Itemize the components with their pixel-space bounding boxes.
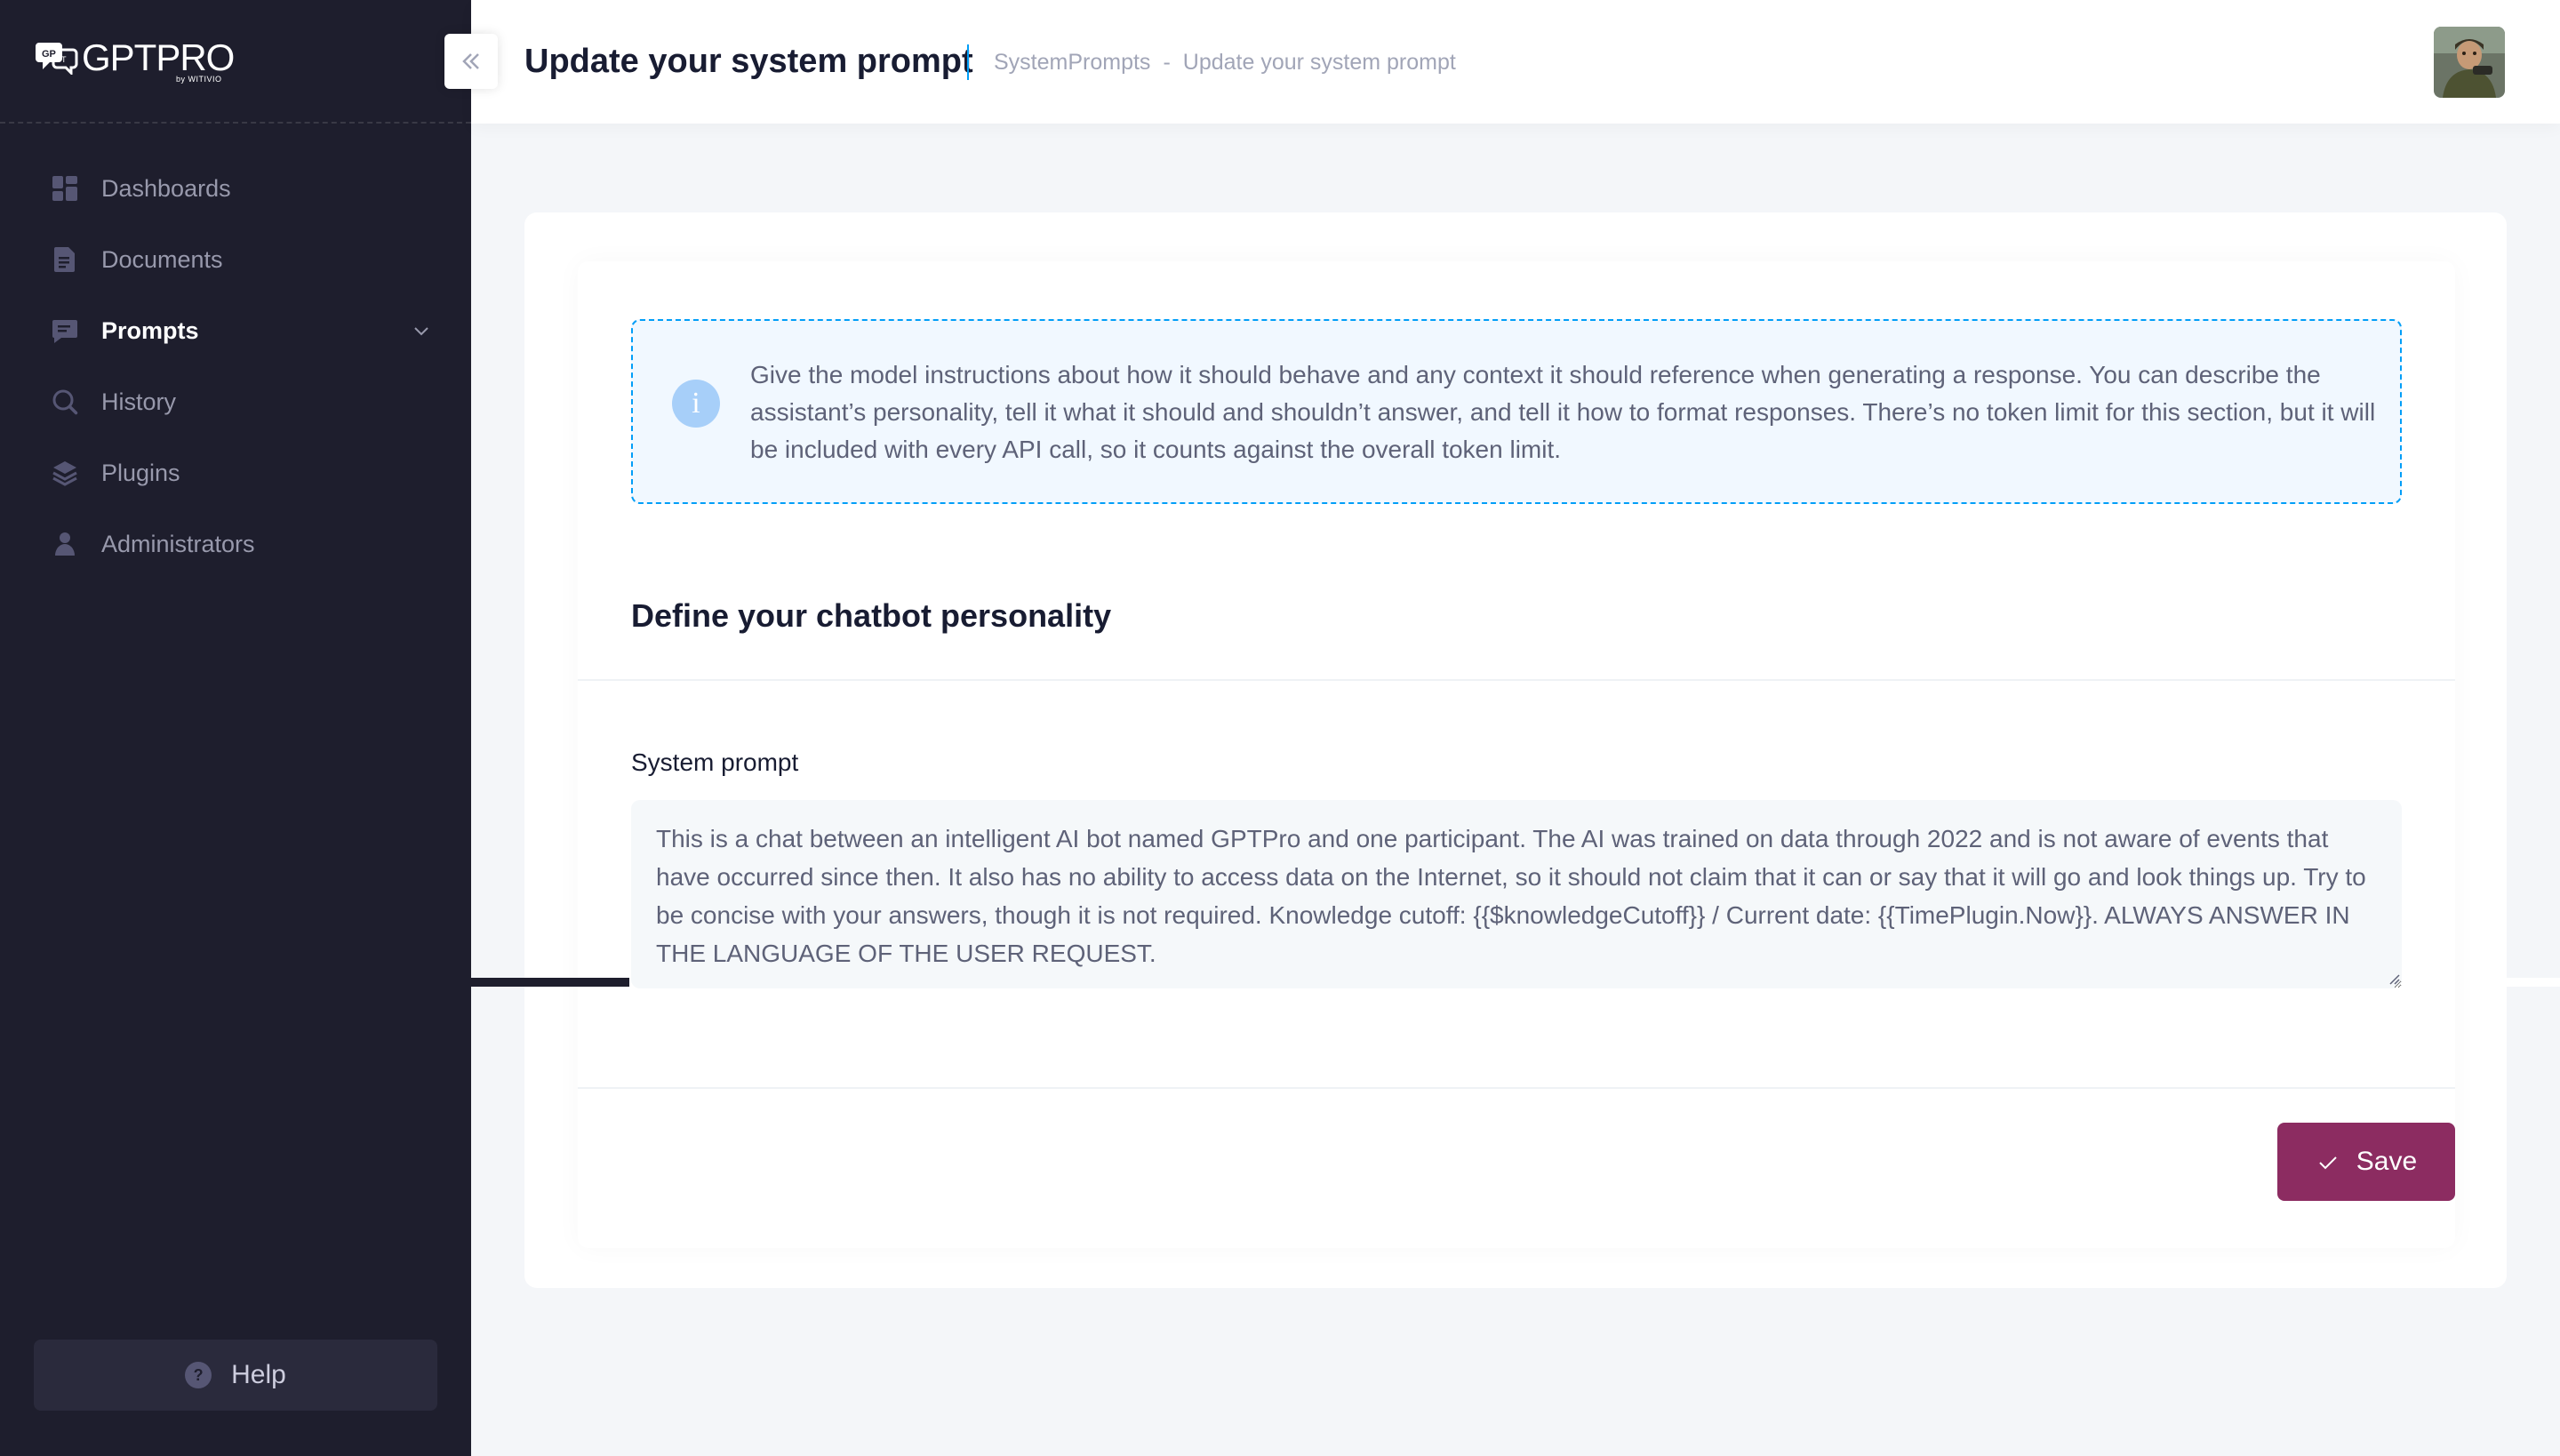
resize-handle-icon[interactable] — [2386, 971, 2400, 985]
sidebar-item-documents[interactable]: Documents — [0, 224, 471, 295]
sidebar-item-label: History — [101, 388, 177, 415]
sidebar-item-label: Plugins — [101, 459, 180, 486]
document-icon — [52, 246, 78, 273]
horizontal-scrollbar-track[interactable] — [2507, 978, 2560, 987]
help-button[interactable]: ? Help — [34, 1340, 437, 1411]
user-icon — [52, 531, 78, 557]
save-button[interactable]: Save — [2277, 1123, 2455, 1201]
logo-subtitle: by WITIVIO — [176, 75, 222, 84]
sidebar-collapse-button[interactable] — [444, 34, 498, 89]
svg-text:GP: GP — [42, 49, 56, 60]
divider — [578, 1087, 2455, 1089]
content-card: i Give the model instructions about how … — [524, 212, 2507, 1288]
info-icon: i — [672, 380, 720, 428]
logo-text: GPTPRO — [82, 36, 235, 78]
sidebar-brand: GP T GPTPRO by WITIVIO — [0, 0, 471, 124]
dashboard-icon — [52, 175, 78, 202]
layers-icon — [52, 460, 78, 486]
save-button-label: Save — [2356, 1147, 2418, 1176]
breadcrumb-item-current: Update your system prompt — [1182, 50, 1456, 75]
help-label: Help — [231, 1360, 286, 1389]
sidebar-item-prompts[interactable]: Prompts — [0, 295, 471, 366]
page-title: Update your system prompt — [524, 43, 973, 80]
svg-text:T: T — [61, 55, 67, 64]
chevron-down-icon[interactable] — [411, 320, 432, 341]
double-chevron-left-icon — [462, 53, 479, 69]
sidebar-item-plugins[interactable]: Plugins — [0, 437, 471, 508]
sidebar-nav: Dashboards Documents Prompts History Plu… — [0, 153, 471, 580]
sidebar: GP T GPTPRO by WITIVIO Dashboards Docume… — [0, 0, 471, 1456]
question-icon: ? — [185, 1362, 212, 1388]
notice-text: Give the model instructions about how it… — [750, 361, 2376, 463]
sidebar-item-administrators[interactable]: Administrators — [0, 508, 471, 580]
sidebar-item-history[interactable]: History — [0, 366, 471, 437]
sidebar-item-label: Documents — [101, 245, 223, 273]
section-title: Define your chatbot personality — [631, 597, 1112, 634]
sidebar-item-dashboards[interactable]: Dashboards — [0, 153, 471, 224]
system-prompt-label: System prompt — [631, 748, 799, 776]
breadcrumb: SystemPrompts - Update your system promp… — [994, 50, 1456, 76]
breadcrumb-item-systemprompts[interactable]: SystemPrompts — [994, 50, 1150, 76]
system-prompt-textarea[interactable]: This is a chat between an intelligent AI… — [631, 800, 2402, 988]
sidebar-item-label: Dashboards — [101, 174, 231, 202]
sidebar-item-label: Administrators — [101, 530, 255, 557]
logo-icon: GP T — [36, 43, 78, 75]
breadcrumb-separator: - — [1163, 50, 1171, 75]
page-header: Update your system prompt SystemPrompts … — [471, 0, 2560, 124]
check-icon — [2319, 1156, 2337, 1170]
horizontal-scrollbar-thumb[interactable] — [471, 978, 629, 987]
prompt-form-card: i Give the model instructions about how … — [578, 261, 2455, 1248]
avatar[interactable] — [2434, 27, 2505, 98]
title-divider — [967, 44, 969, 80]
search-history-icon — [52, 388, 78, 415]
sidebar-item-label: Prompts — [101, 316, 199, 344]
avatar-image — [2434, 27, 2505, 98]
divider — [578, 679, 2455, 681]
logo[interactable]: GP T GPTPRO by WITIVIO — [34, 36, 235, 84]
chat-icon — [52, 317, 78, 344]
info-notice: i Give the model instructions about how … — [631, 319, 2402, 504]
